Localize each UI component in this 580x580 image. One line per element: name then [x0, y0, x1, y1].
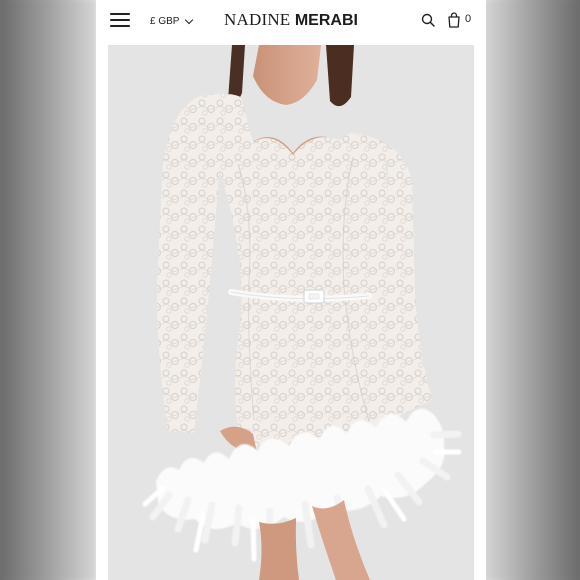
blurred-background-right — [484, 0, 580, 580]
screenshot-stage: £ GBP NADINE MERABI 0 — [0, 0, 580, 580]
blurred-background-left — [0, 0, 96, 580]
bag-count: 0 — [465, 13, 472, 25]
currency-selector[interactable]: £ GBP — [150, 14, 194, 28]
product-illustration — [108, 45, 474, 580]
chevron-down-icon — [185, 15, 194, 24]
brand-logo[interactable]: NADINE MERABI — [216, 10, 366, 30]
currency-label: £ GBP — [150, 15, 180, 27]
site-header: £ GBP NADINE MERABI 0 — [96, 0, 486, 44]
product-photo[interactable] — [108, 45, 474, 580]
mobile-page: £ GBP NADINE MERABI 0 — [96, 0, 486, 580]
search-icon[interactable] — [421, 13, 435, 27]
hamburger-menu-icon[interactable] — [110, 12, 130, 28]
brand-name-light: NADINE — [224, 10, 295, 29]
shopping-bag-icon[interactable] — [447, 12, 461, 28]
brand-name-bold: MERABI — [294, 12, 358, 29]
